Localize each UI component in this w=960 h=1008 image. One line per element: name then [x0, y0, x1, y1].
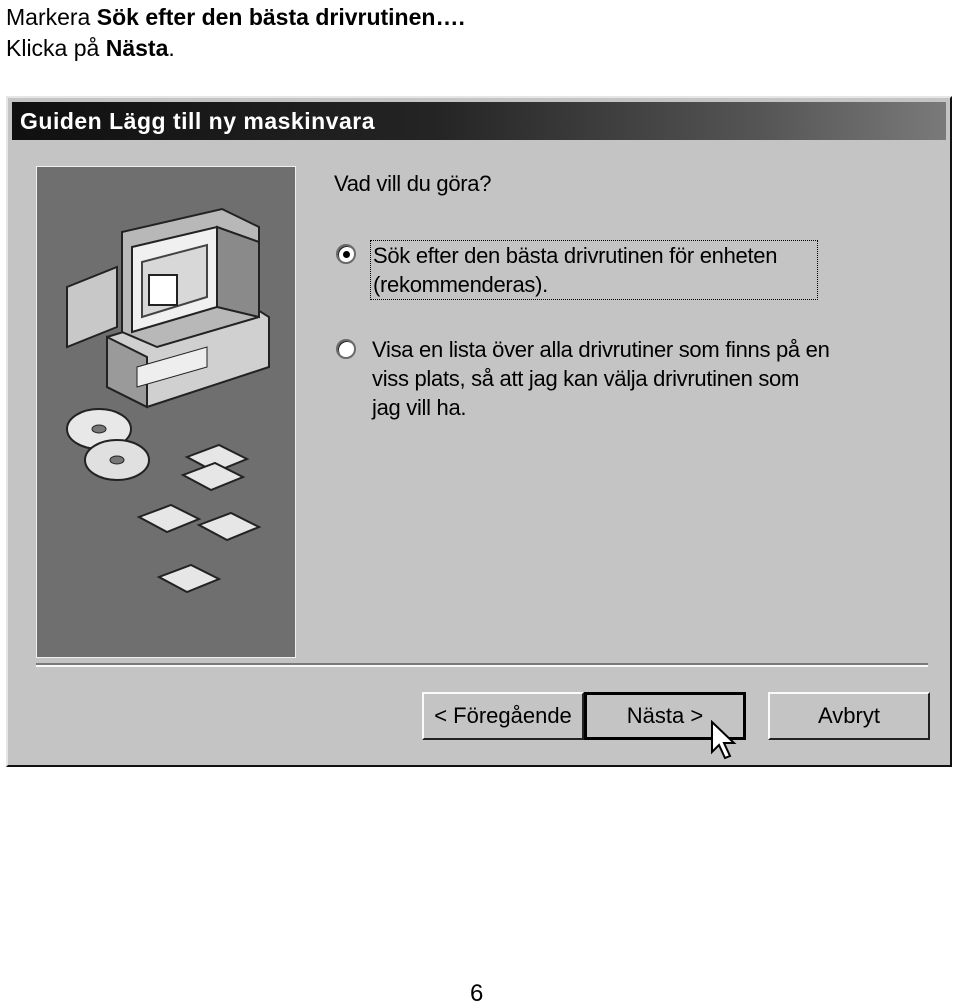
instruction-emphasis: Sök efter den bästa drivrutinen…. — [96, 4, 465, 30]
wizard-illustration — [66, 207, 270, 594]
wizard-illustration-panel — [36, 166, 296, 658]
instruction-text: Klicka på — [6, 35, 106, 61]
instruction-emphasis: Nästa — [105, 35, 169, 61]
radio-selected-icon[interactable] — [336, 244, 356, 264]
floppy-disk-icon — [136, 443, 262, 594]
separator — [36, 663, 928, 667]
instruction-text: . — [168, 35, 175, 61]
wizard-question: Vad vill du göra? — [334, 171, 492, 196]
back-button[interactable]: < Föregående — [422, 692, 584, 740]
mouse-pointer-icon — [711, 720, 737, 760]
option-label[interactable]: Visa en lista över alla drivrutiner som … — [372, 335, 832, 422]
computer-icon — [66, 207, 270, 409]
instruction-line-2: Klicka på Nästa. — [6, 34, 175, 62]
cancel-button[interactable]: Avbryt — [768, 692, 930, 740]
cd-icon — [66, 408, 150, 481]
window-title[interactable]: Guiden Lägg till ny maskinvara — [12, 102, 946, 140]
radio-unselected-icon[interactable] — [336, 339, 356, 359]
add-hardware-wizard-window: Guiden Lägg till ny maskinvara Vad vill … — [6, 96, 952, 767]
page-number: 6 — [470, 980, 484, 1007]
instruction-text: Markera — [6, 4, 97, 30]
instruction-line-1: Markera Sök efter den bästa drivrutinen…… — [6, 3, 465, 31]
option-label[interactable]: Sök efter den bästa drivrutinen för enhe… — [370, 240, 818, 300]
